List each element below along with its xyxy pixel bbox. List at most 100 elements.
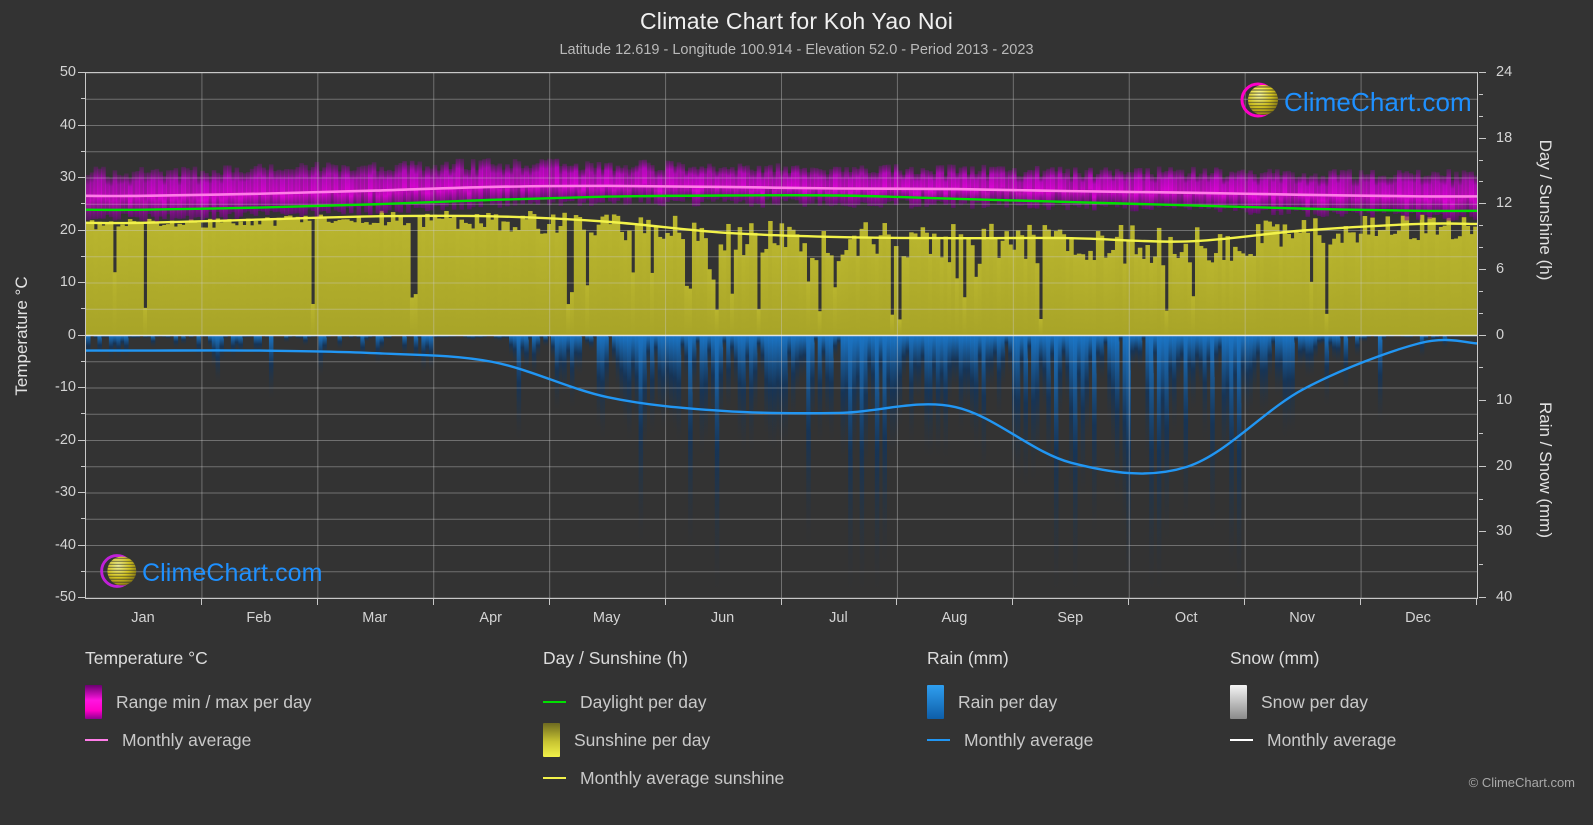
x-tick-oct: Oct [1174,610,1198,626]
legend-group-snow: Snow (mm) Snow per day Monthly average [1230,648,1396,759]
legend-group-day-sunshine: Day / Sunshine (h) Daylight per day Sunsh… [543,648,784,797]
legend-item-monthly-average[interactable]: Monthly average [85,721,312,759]
climechart-logo-mark [92,551,142,596]
copyright-notice: © ClimeChart.com [1468,775,1575,790]
y-tickmark-right [1479,498,1483,500]
plot-inner [86,73,1477,598]
y-tick-rain-snow: 10 [1496,392,1513,409]
x-tickmark [1244,599,1246,605]
legend-swatch-box [543,723,560,757]
y-tick-temperature: -30 [55,484,76,500]
x-tick-mar: Mar [362,610,388,626]
x-tickmark [896,599,898,605]
legend-item-label: Rain per day [958,691,1058,712]
y-tick-temperature: 30 [59,169,76,185]
y-tickmark-left [78,229,85,231]
x-tickmark [1360,599,1362,605]
legend-item-monthly-average-sunshine[interactable]: Monthly average sunshine [543,759,784,797]
x-tickmark [200,599,202,605]
x-tickmark [1128,599,1130,605]
y-tickmark-right [1479,432,1483,434]
y-tickmark-right [1479,247,1483,248]
x-axis-ticks: Jan Feb Mar Apr May Jun Jul Aug Sep Oct Nov Dec [85,604,1478,632]
legend-item-label: Monthly average [1267,729,1397,750]
legend-line-sample [1230,739,1253,741]
legend-item-sunshine-per-day[interactable]: Sunshine per day [543,721,784,759]
legend-heading: Temperature °C [85,648,208,668]
legend-swatch-line [927,739,950,741]
legend-items: Range min / max per day Monthly average [85,683,312,759]
legend-heading: Day / Sunshine (h) [543,648,688,668]
y-tickmark-right [1479,597,1486,598]
legend-item-label: Sunshine per day [574,729,711,750]
y-tickmark-right [1479,367,1483,369]
y-tickmark-right [1479,93,1483,95]
y-tickmark-left [78,439,85,441]
climate-chart-plot[interactable] [85,72,1478,599]
legend-item-rain-per-day[interactable]: Rain per day [927,683,1093,721]
legend-swatch-line [1230,739,1253,741]
legend-item-monthly-average[interactable]: Monthly average [1230,721,1396,759]
y-tick-temperature: -20 [55,431,76,448]
y-tickmark-right [1479,115,1483,117]
x-tick-dec: Dec [1405,610,1431,626]
y-tickmark-left [78,177,85,178]
legend-item-label: Monthly average sunshine [580,767,785,788]
x-tickmark [1476,599,1477,605]
legend-item-monthly-average[interactable]: Monthly average [927,721,1093,759]
y-tickmark-right [1479,203,1486,205]
y-tick-rain-snow: 40 [1496,589,1513,605]
legend-group-temperature: Temperature °C Range min / max per day Mo… [85,648,312,759]
y-tickmark-left [78,492,85,493]
y-tickmark-right [1479,268,1486,270]
page-title: Climate Chart for Koh Yao Noi [639,8,954,34]
y-tick-day-sunshine: 6 [1496,260,1505,277]
legend-items: Rain per day Monthly average [927,683,1093,759]
x-tick-jul: Jul [829,610,848,626]
x-tickmark [780,599,782,605]
y-tickmark-right [1479,225,1483,227]
x-tickmark [548,599,550,605]
y-tickmark-left [78,334,85,336]
legend-swatch-box [85,685,102,719]
y-tickmark-right [1479,181,1483,183]
y-tickmark-left [78,72,85,73]
y-tick-day-sunshine: 18 [1496,129,1513,146]
y-tick-temperature: -10 [55,379,76,395]
y-tickmark-left [78,597,85,598]
legend-items: Snow per day Monthly average [1230,683,1396,759]
legend-line-sample [927,739,950,741]
y-axis-right-ticks: 24 18 12 6 0 10 20 30 40 [1496,64,1556,605]
legend-swatch-box [1230,685,1247,719]
y-tick-day-sunshine: 0 [1496,326,1505,343]
x-tick-jun: Jun [710,610,735,626]
gridlines [86,73,1477,598]
y-axis-left-ticks: 50 40 30 20 10 0 -10 -20 -30 -40 -50 [0,64,76,605]
y-tick-temperature: 0 [67,326,76,343]
y-tickmark-right [1479,137,1486,139]
y-tickmark-left [78,387,85,388]
y-tickmark-right [1479,312,1483,314]
y-tick-temperature: 50 [59,64,76,80]
y-tickmark-right [1479,159,1483,161]
legend-items: Daylight per day Sunshine per day Monthly … [543,683,784,797]
y-tick-rain-snow: 30 [1496,523,1513,540]
y-tickmark-left [78,282,85,283]
y-tickmark-right [1479,465,1486,467]
y-tick-temperature: 20 [59,221,76,238]
legend-line-sample [85,739,108,741]
climechart-logo-top: ClimeChart.com [1232,80,1472,125]
x-tickmark [432,599,434,605]
legend-item-range-min-max-per-day[interactable]: Range min / max per day [85,683,312,721]
x-tickmark [316,599,318,605]
plot-svg [86,73,1477,598]
y-tick-temperature: -50 [55,589,76,605]
legend-line-sample [543,701,566,703]
legend-item-snow-per-day[interactable]: Snow per day [1230,683,1396,721]
legend-item-daylight-per-day[interactable]: Daylight per day [543,683,784,721]
x-tickmark [664,599,666,605]
legend-swatch-line [543,701,566,703]
y-tickmark-left [78,544,85,546]
y-tickmark-right [1479,72,1486,73]
legend-item-label: Range min / max per day [116,691,312,712]
